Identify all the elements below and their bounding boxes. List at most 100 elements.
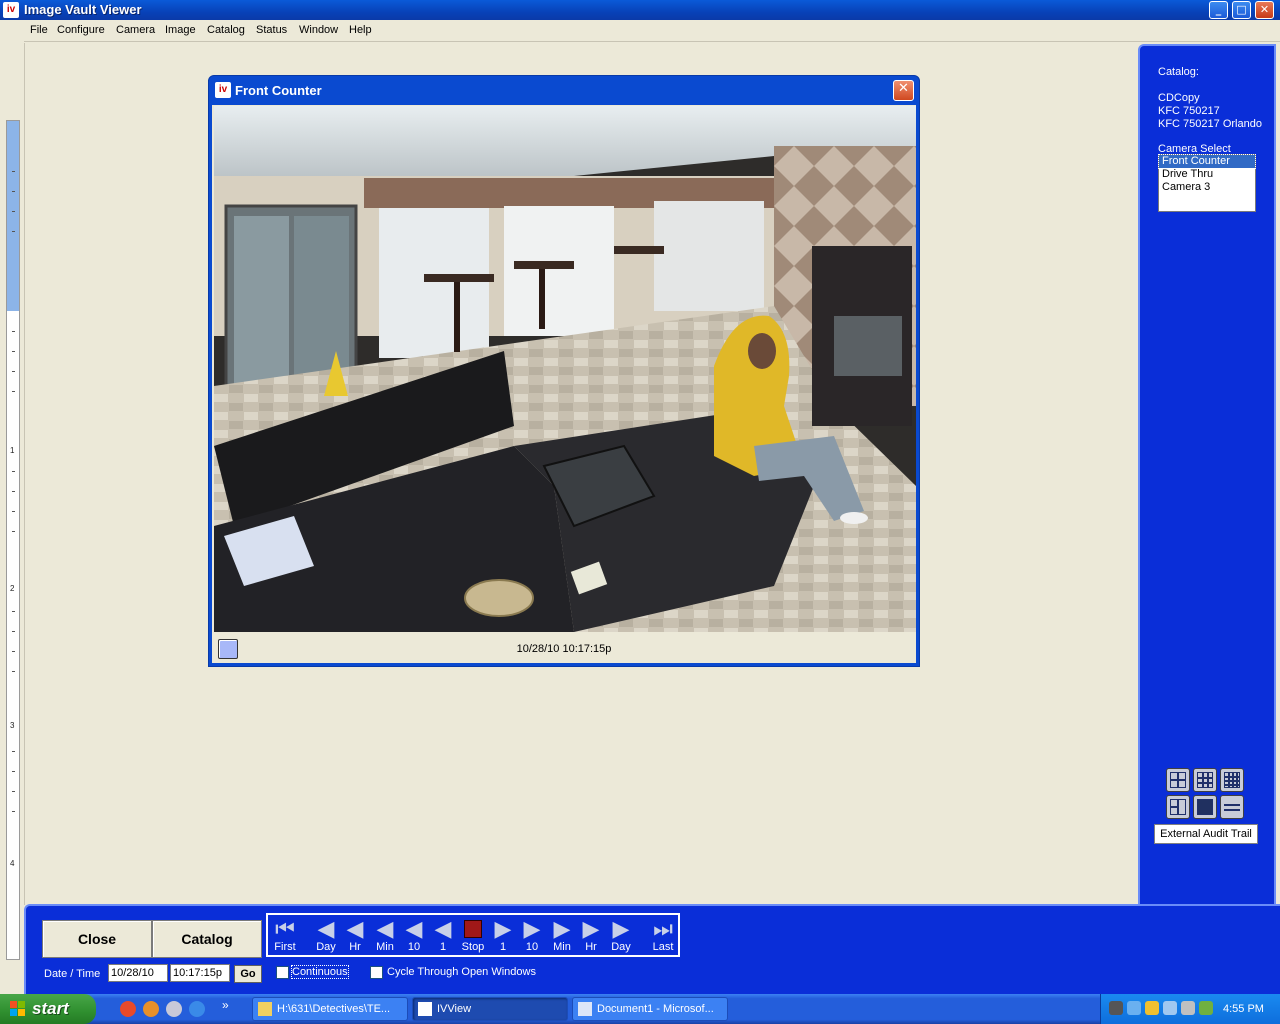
title-bar[interactable]: iv Image Vault Viewer _ □ ✕ [0, 0, 1280, 20]
iv-app-icon [418, 1002, 432, 1016]
close-window-button[interactable]: ✕ [1255, 1, 1274, 19]
forward-10-button[interactable]: ▶ 10 [517, 917, 547, 955]
date-time-label: Date / Time [44, 968, 101, 980]
surveillance-frame [214, 106, 916, 632]
minimize-button[interactable]: _ [1209, 1, 1228, 19]
taskbar: start » H:\631\Detectives\TE... IVView D… [0, 994, 1280, 1024]
ruler-number: 4 [10, 859, 15, 868]
step-forward-icon: ▶ [582, 916, 600, 941]
skip-first-icon: ⏮ [275, 916, 295, 941]
back-day-button[interactable]: ◀ Day [311, 917, 341, 955]
ruler-number: 3 [10, 721, 15, 730]
catalog-button[interactable]: Catalog [152, 920, 262, 958]
folder-icon [258, 1002, 272, 1016]
camera-status-bar: 10/28/10 10:17:15p [212, 633, 916, 663]
step-back-icon: ◀ [376, 916, 394, 941]
date-input[interactable] [108, 964, 168, 982]
step-back-icon: ◀ [434, 916, 452, 941]
camera-window-title: Front Counter [235, 83, 322, 98]
volume-icon[interactable] [1181, 1001, 1195, 1015]
network-icon[interactable] [1127, 1001, 1141, 1015]
layout-4x4-icon[interactable] [1220, 768, 1244, 792]
catalog-line: KFC 750217 Orlando [1158, 118, 1262, 130]
menu-bar: File Configure Camera Image Catalog Stat… [0, 20, 1280, 42]
vertical-ruler: 1 2 3 4 [6, 120, 20, 960]
start-button[interactable]: start [0, 994, 96, 1024]
right-panel: Catalog: CDCopy KFC 750217 KFC 750217 Or… [1138, 44, 1276, 906]
first-button[interactable]: ⏮ First [270, 917, 300, 955]
menu-image[interactable]: Image [165, 24, 196, 36]
stop-icon [464, 920, 482, 938]
transport-controls: ⏮ First ◀ Day ◀ Hr ◀ Min ◀ 10 ◀ 1 Stop ▶ 1 ▶ 10 … [266, 913, 680, 957]
layout-3x3-icon[interactable] [1193, 768, 1217, 792]
continuous-label: Continuous [291, 965, 349, 979]
camera-select-list[interactable]: Front Counter Drive Thru Camera 3 [1158, 154, 1256, 212]
layout-clear-icon[interactable] [1193, 795, 1217, 819]
maximize-button[interactable]: □ [1232, 1, 1251, 19]
external-audit-trail-button[interactable]: External Audit Trail [1154, 824, 1258, 844]
catalog-line: CDCopy [1158, 92, 1200, 104]
layout-all-icon[interactable] [1220, 795, 1244, 819]
taskbar-item-word[interactable]: Document1 - Microsof... [572, 997, 728, 1021]
camera-option-drive-thru[interactable]: Drive Thru [1159, 168, 1255, 181]
taskbar-item-explorer[interactable]: H:\631\Detectives\TE... [252, 997, 408, 1021]
cycle-windows-checkbox[interactable] [370, 966, 383, 979]
windows-flag-icon [10, 1001, 25, 1016]
camera-option-camera-3[interactable]: Camera 3 [1159, 181, 1255, 194]
menu-status[interactable]: Status [256, 24, 287, 36]
step-forward-icon: ▶ [612, 916, 630, 941]
menu-configure[interactable]: Configure [57, 24, 105, 36]
internet-explorer-icon[interactable] [189, 1001, 205, 1017]
menu-window[interactable]: Window [299, 24, 338, 36]
iv-app-icon: iv [3, 2, 19, 18]
continuous-checkbox[interactable] [276, 966, 289, 979]
go-button[interactable]: Go [234, 965, 262, 983]
display-icon[interactable] [1163, 1001, 1177, 1015]
back-hour-button[interactable]: ◀ Hr [340, 917, 370, 955]
layout-1plus3-icon[interactable] [1166, 795, 1190, 819]
step-forward-icon: ▶ [553, 916, 571, 941]
security-shield-icon[interactable] [1145, 1001, 1159, 1015]
ruler-margin-bar [7, 121, 19, 311]
forward-minute-button[interactable]: ▶ Min [547, 917, 577, 955]
back-10-button[interactable]: ◀ 10 [399, 917, 429, 955]
word-doc-icon [578, 1002, 592, 1016]
menu-file[interactable]: File [30, 24, 48, 36]
menu-catalog[interactable]: Catalog [207, 24, 245, 36]
update-icon[interactable] [1199, 1001, 1213, 1015]
back-minute-button[interactable]: ◀ Min [370, 917, 400, 955]
ruler-number: 2 [10, 584, 15, 593]
quicklaunch-chevron[interactable]: » [222, 998, 229, 1012]
menu-help[interactable]: Help [349, 24, 372, 36]
firefox-icon[interactable] [143, 1001, 159, 1017]
back-1-button[interactable]: ◀ 1 [428, 917, 458, 955]
step-back-icon: ◀ [346, 916, 364, 941]
left-ruler-strip: 1 2 3 4 [0, 20, 24, 995]
forward-1-button[interactable]: ▶ 1 [488, 917, 518, 955]
camera-window-close-button[interactable]: ✕ [893, 80, 914, 101]
chrome-icon[interactable] [120, 1001, 136, 1017]
last-button[interactable]: ⏭ Last [648, 917, 678, 955]
catalog-label: Catalog: [1158, 66, 1199, 78]
control-panel: Close Catalog ⏮ First ◀ Day ◀ Hr ◀ Min ◀ 10 ◀… [24, 904, 1280, 994]
catalog-line: KFC 750217 [1158, 105, 1220, 117]
layout-2x2-icon[interactable] [1166, 768, 1190, 792]
time-input[interactable] [170, 964, 230, 982]
camera-window[interactable]: iv Front Counter ✕ 10/28/10 10:17:15p [208, 75, 920, 667]
messenger-icon[interactable] [166, 1001, 182, 1017]
taskbar-item-ivview[interactable]: IVView [412, 997, 568, 1021]
start-label: start [32, 999, 69, 1018]
camera-feed-image [214, 106, 916, 632]
iv-app-icon: iv [215, 82, 231, 98]
forward-hour-button[interactable]: ▶ Hr [576, 917, 606, 955]
forward-day-button[interactable]: ▶ Day [606, 917, 636, 955]
camera-option-front-counter[interactable]: Front Counter [1158, 154, 1256, 169]
taskbar-clock: 4:55 PM [1223, 1003, 1264, 1015]
close-button[interactable]: Close [42, 920, 152, 958]
skip-last-icon: ⏭ [653, 916, 673, 941]
camera-window-body: 10/28/10 10:17:15p [212, 105, 916, 663]
stop-button[interactable]: Stop [458, 917, 488, 955]
menu-camera[interactable]: Camera [116, 24, 155, 36]
motorola-icon[interactable] [1109, 1001, 1123, 1015]
frame-timestamp: 10/28/10 10:17:15p [516, 643, 612, 655]
